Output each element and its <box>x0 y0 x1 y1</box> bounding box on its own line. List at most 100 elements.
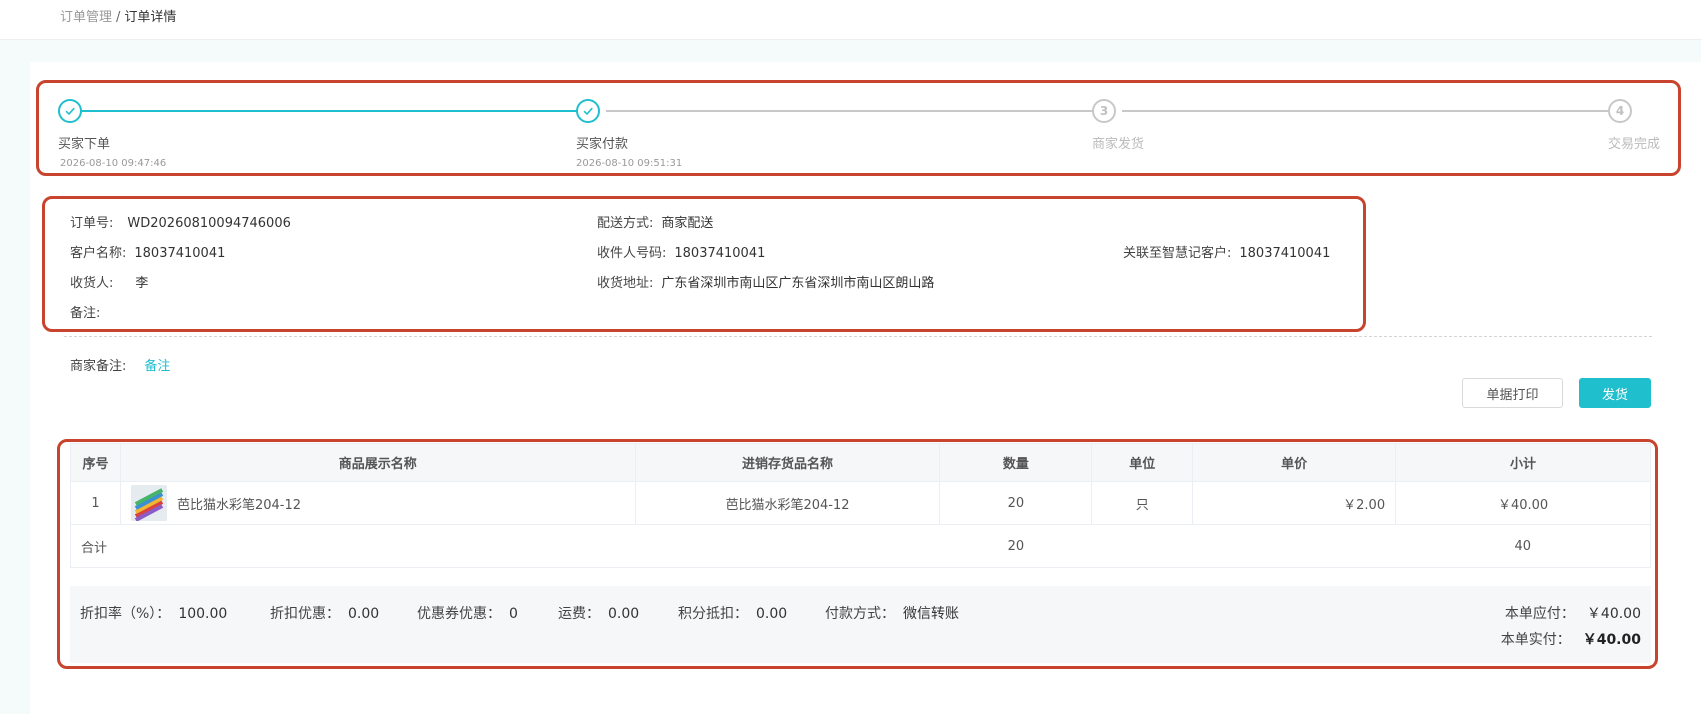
paid-value: ￥40.00 <box>1582 632 1641 648</box>
header-unit: 单位 <box>1091 443 1194 482</box>
step-2-check-icon <box>576 99 600 123</box>
linked-customer-label: 关联至智慧记客户: <box>1123 246 1232 261</box>
total-empty-3 <box>1091 524 1193 568</box>
receiver-label: 收货人: <box>70 276 114 291</box>
order-no-label: 订单号: <box>70 216 114 231</box>
delivery-row: 配送方式: 商家配送 <box>597 212 713 231</box>
top-bar: 订单管理 / 订单详情 <box>0 0 1701 40</box>
total-empty-4 <box>1192 524 1396 568</box>
total-empty-2 <box>635 524 940 568</box>
linked-customer-value: 18037410041 <box>1239 246 1331 261</box>
ship-button[interactable]: 发货 <box>1579 378 1651 408</box>
customer-value: 18037410041 <box>134 246 226 261</box>
merchant-remark-label: 商家备注: <box>70 359 127 374</box>
step-line-1 <box>78 110 582 112</box>
delivery-label: 配送方式: <box>597 216 654 231</box>
print-button[interactable]: 单据打印 <box>1462 378 1563 408</box>
paid-item: 本单实付： ￥40.00 <box>1501 629 1641 649</box>
order-no-value: WD20260810094746006 <box>127 216 291 231</box>
total-empty-1 <box>120 524 636 568</box>
step-4-number: 4 <box>1608 99 1632 123</box>
points-value: 0.00 <box>756 606 788 622</box>
pay-method-value: 微信转账 <box>903 606 959 622</box>
discount-label: 折扣优惠： <box>270 606 340 622</box>
freight-value: 0.00 <box>608 606 640 622</box>
merchant-remark-row: 商家备注: 备注 <box>70 355 170 374</box>
header-stock-name: 进销存货品名称 <box>634 443 941 482</box>
total-quantity: 20 <box>939 524 1092 568</box>
table-total-row: 合计 20 40 <box>70 524 1651 568</box>
payable-value: ￥40.00 <box>1586 606 1641 622</box>
freight-label: 运费： <box>558 606 600 622</box>
header-index: 序号 <box>70 443 121 482</box>
freight-item: 运费： 0.00 <box>558 603 639 623</box>
coupon-item: 优惠券优惠： 0 <box>417 603 518 623</box>
remark-row: 备注: <box>70 302 100 321</box>
header-unit-price: 单价 <box>1192 443 1397 482</box>
header-quantity: 数量 <box>939 443 1093 482</box>
address-row: 收货地址: 广东省深圳市南山区广东省深圳市南山区朗山路 <box>597 272 934 291</box>
breadcrumb-parent[interactable]: 订单管理 <box>60 10 112 25</box>
payment-summary: 折扣率（%）： 100.00 折扣优惠： 0.00 优惠券优惠： 0 运费： 0.00 … <box>70 586 1651 663</box>
total-label: 合计 <box>70 524 121 568</box>
table-header-row: 序号 商品展示名称 进销存货品名称 数量 单位 单价 小计 <box>70 443 1651 482</box>
total-subtotal: 40 <box>1395 524 1651 568</box>
step-4-title: 交易完成 <box>1608 137 1661 152</box>
step-3-title: 商家发货 <box>1092 137 1145 152</box>
product-thumbnail[interactable] <box>130 485 167 521</box>
step-2-time: 2026-08-10 09:51:31 <box>576 158 683 169</box>
table-row: 1 芭比猫水彩笔204-12 芭比猫水彩笔204-12 20 只 ￥2.00 ￥… <box>70 481 1651 525</box>
merchant-remark-link[interactable]: 备注 <box>144 359 170 374</box>
row-quantity: 20 <box>939 481 1093 525</box>
row-subtotal: ￥40.00 <box>1395 481 1651 525</box>
breadcrumb-current: 订单详情 <box>124 10 177 25</box>
row-unit: 只 <box>1091 481 1194 525</box>
receiver-phone-row: 收件人号码: 18037410041 <box>597 242 765 261</box>
customer-row: 客户名称: 18037410041 <box>70 242 225 261</box>
step-1-check-icon <box>58 99 82 123</box>
receiver-phone-value: 18037410041 <box>674 246 766 261</box>
coupon-value: 0 <box>509 606 518 622</box>
order-progress-steps: 买家下单 2026-08-10 09:47:46 买家付款 2026-08-10… <box>36 80 1680 175</box>
customer-label: 客户名称: <box>70 246 127 261</box>
step-line-2 <box>606 110 1098 112</box>
section-divider <box>64 336 1652 337</box>
breadcrumb-separator: / <box>116 10 121 25</box>
row-product-cell: 芭比猫水彩笔204-12 <box>119 481 636 525</box>
payable-label: 本单应付： <box>1504 606 1575 622</box>
payable-item: 本单应付： ￥40.00 <box>1505 603 1641 623</box>
step-3-number: 3 <box>1092 99 1116 123</box>
step-2-title: 买家付款 <box>576 137 629 152</box>
address-label: 收货地址: <box>597 276 654 291</box>
discount-rate-value: 100.00 <box>178 606 228 622</box>
discount-rate-label: 折扣率（%）： <box>80 606 171 622</box>
breadcrumb: 订单管理 / 订单详情 <box>60 6 176 25</box>
coupon-label: 优惠券优惠： <box>417 606 501 622</box>
row-stock-name: 芭比猫水彩笔204-12 <box>634 481 941 525</box>
order-items-table: 序号 商品展示名称 进销存货品名称 数量 单位 单价 小计 1 芭比猫水彩笔20… <box>70 443 1651 568</box>
remark-label: 备注: <box>70 306 101 321</box>
points-label: 积分抵扣： <box>678 606 748 622</box>
header-display-name: 商品展示名称 <box>119 443 636 482</box>
discount-item: 折扣优惠： 0.00 <box>270 603 379 623</box>
points-item: 积分抵扣： 0.00 <box>678 603 787 623</box>
discount-rate-item: 折扣率（%）： 100.00 <box>80 603 227 623</box>
pay-method-label: 付款方式： <box>825 606 895 622</box>
header-subtotal: 小计 <box>1395 443 1651 482</box>
receiver-row: 收货人: 李 <box>70 272 148 291</box>
pay-method-item: 付款方式： 微信转账 <box>825 603 959 623</box>
address-value: 广东省深圳市南山区广东省深圳市南山区朗山路 <box>661 276 935 291</box>
row-index: 1 <box>70 481 121 525</box>
step-1-title: 买家下单 <box>58 137 111 152</box>
row-unit-price: ￥2.00 <box>1192 481 1397 525</box>
linked-customer-row: 关联至智慧记客户: 18037410041 <box>1123 242 1330 261</box>
paid-label: 本单实付： <box>1500 632 1571 648</box>
product-display-name: 芭比猫水彩笔204-12 <box>176 497 302 513</box>
delivery-value: 商家配送 <box>661 216 714 231</box>
discount-value: 0.00 <box>348 606 380 622</box>
receiver-value: 李 <box>135 276 149 291</box>
step-1-time: 2026-08-10 09:47:46 <box>60 158 167 169</box>
receiver-phone-label: 收件人号码: <box>597 246 667 261</box>
step-line-3 <box>1122 110 1626 112</box>
order-no-row: 订单号: WD20260810094746006 <box>70 212 291 231</box>
